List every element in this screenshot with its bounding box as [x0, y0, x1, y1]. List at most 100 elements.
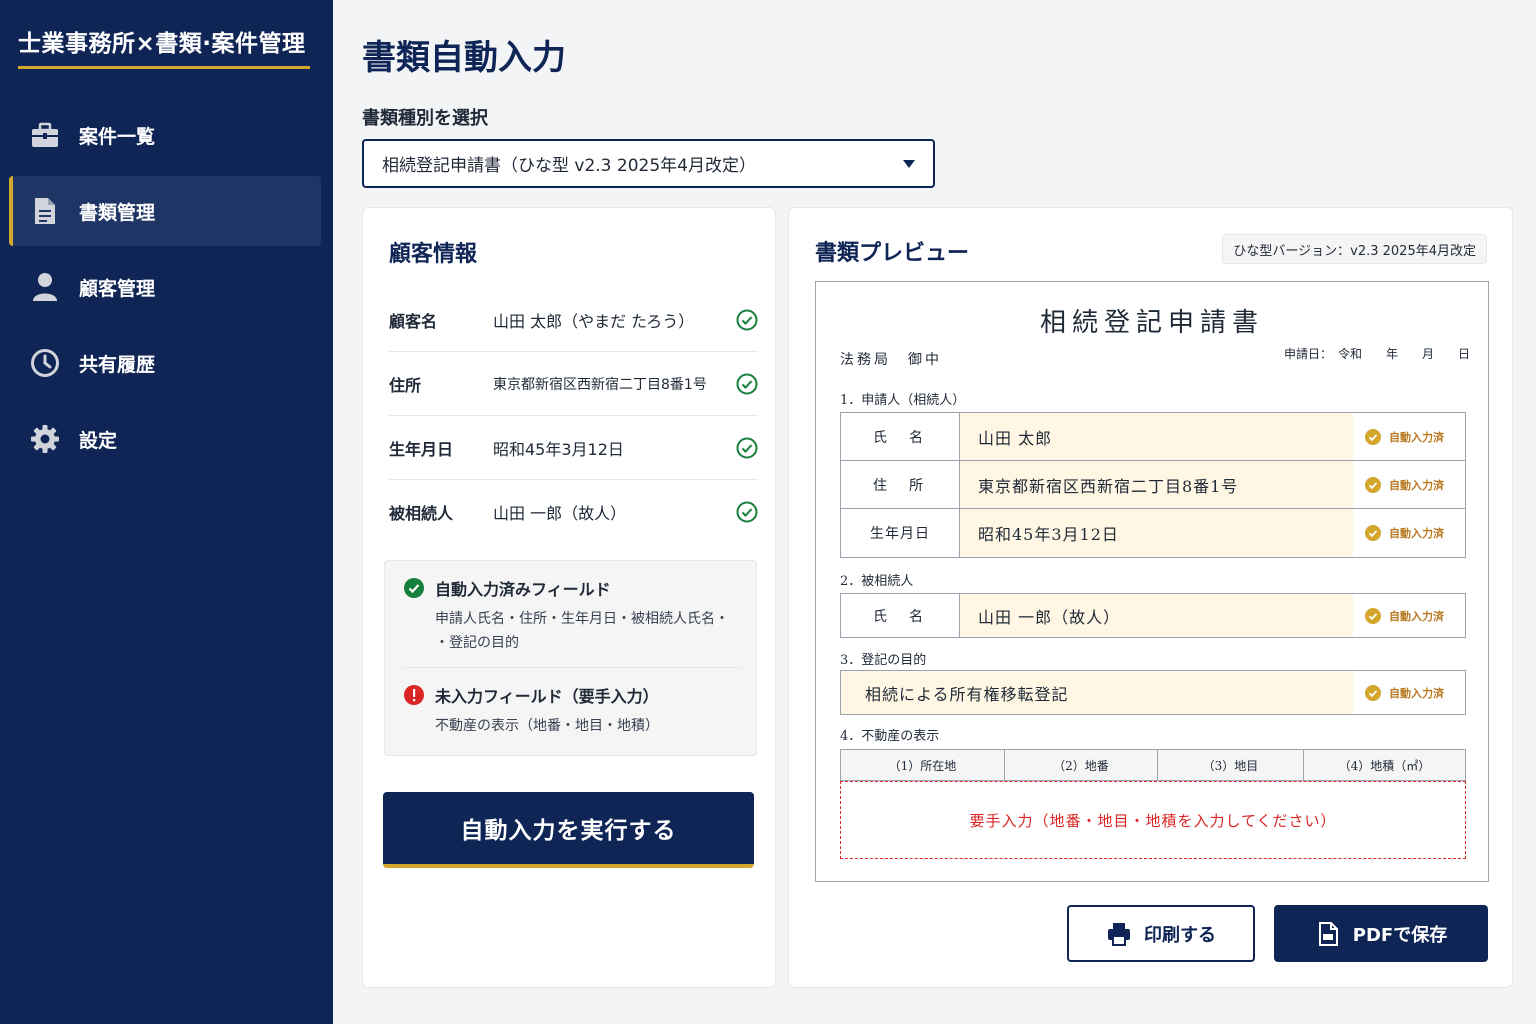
filled-fields-line: 申請人氏名・住所・生年月日・被相続人氏名・: [435, 611, 729, 627]
check-badge-icon: [1365, 684, 1381, 701]
divider: [403, 667, 742, 668]
doc-title: 相続登記申請書: [1039, 308, 1264, 338]
sidebar-item-label: 共有履歴: [79, 353, 156, 376]
doc-date: 申請日： 令和 年 月 日: [1283, 347, 1470, 361]
row-key: 生年月日: [389, 439, 454, 459]
doc-property-header: （1）所在地 （2）地番 （3）地目 （4）地積（㎡）: [840, 749, 1466, 781]
doc-row-value: 相続による所有権移転登記: [841, 671, 1353, 714]
sidebar-item-label: 顧客管理: [79, 277, 156, 300]
doc-row-value: 昭和45年3月12日: [960, 509, 1353, 557]
check-badge-icon: [1365, 476, 1381, 493]
doc-row-status-label: 自動入力済: [1389, 609, 1444, 623]
customer-row-name: 顧客名 山田 太郎（やまだ たろう）: [389, 288, 758, 352]
doc-row-value: 山田 太郎: [960, 413, 1353, 460]
doc-row-status-label: 自動入力済: [1389, 430, 1444, 444]
doc-row-key: 住 所: [841, 461, 960, 508]
doc-property-col: （2）地番: [1005, 750, 1158, 780]
doc-property-col: （4）地積（㎡）: [1338, 758, 1431, 773]
check-circle-icon: [736, 373, 758, 394]
doc-row-status: 自動入力済: [1353, 413, 1465, 460]
sidebar-item-settings[interactable]: 設定: [9, 404, 321, 474]
sidebar-item-history[interactable]: 共有履歴: [9, 328, 321, 398]
doc-row-status-label: 自動入力済: [1389, 686, 1444, 700]
sidebar-nav: 案件一覧 書類管理 顧客管理 共有履歴 設定: [9, 100, 321, 480]
doc-row-key: 氏 名: [841, 594, 960, 637]
sidebar-item-label: 案件一覧: [79, 125, 156, 148]
save-pdf-button-label: PDFで保存: [1352, 924, 1448, 946]
doc-property-col: （1）所在地: [841, 750, 1005, 780]
printer-icon: [1108, 922, 1130, 946]
clock-icon: [29, 347, 61, 379]
doc-row-key: 氏 名: [841, 413, 960, 460]
doc-decedent-table: 氏 名 山田 一郎（故人） 自動入力済: [840, 593, 1466, 638]
filled-fields-line: ・登記の目的: [435, 635, 519, 651]
row-value: 山田 一郎（故人）: [493, 504, 627, 523]
missing-fields-heading: 未入力フィールド（要手入力）: [403, 683, 659, 707]
doc-row: 住 所 東京都新宿区西新宿二丁目8番1号 自動入力済: [841, 461, 1465, 509]
sidebar: 士業事務所×書類·案件管理 案件一覧 書類管理 顧客管理 共有履歴 設定: [0, 0, 333, 1024]
row-value: 昭和45年3月12日: [493, 439, 624, 459]
preview-panel-title: 書類プレビュー: [815, 241, 970, 266]
sidebar-item-cases[interactable]: 案件一覧: [9, 100, 321, 170]
doc-property-empty-field[interactable]: 要手入力（地番・地目・地積を入力してください）: [840, 781, 1466, 859]
save-pdf-button[interactable]: PDFで保存: [1274, 905, 1488, 962]
doc-row-status-label: 自動入力済: [1389, 527, 1444, 540]
field-status-box: 自動入力済みフィールド 申請人氏名・住所・生年月日・被相続人氏名・ ・登記の目的…: [384, 560, 757, 756]
sidebar-item-customers[interactable]: 顧客管理: [9, 252, 321, 322]
customer-panel-title: 顧客情報: [389, 242, 478, 267]
doc-row-status: 自動入力済: [1353, 594, 1465, 637]
doc-row-status-label: 自動入力済: [1389, 478, 1444, 492]
row-key: 住所: [389, 375, 422, 395]
check-badge-icon: [1365, 428, 1381, 445]
row-value: 山田 太郎（やまだ たろう）: [493, 311, 695, 331]
briefcase-icon: [29, 119, 61, 151]
sidebar-item-label: 設定: [79, 429, 118, 452]
doc-section-label: 2．被相続人: [840, 574, 914, 589]
doc-row-value: 山田 一郎（故人）: [960, 594, 1353, 637]
doc-section-label: 3．登記の目的: [840, 653, 927, 668]
filled-fields-title: 自動入力済みフィールド: [435, 580, 611, 599]
print-button[interactable]: 印刷する: [1067, 905, 1255, 962]
version-badge: ひな型バージョン：v2.3 2025年4月改定: [1222, 234, 1487, 264]
check-filled-icon: [404, 578, 424, 598]
sidebar-item-label: 書類管理: [79, 201, 156, 224]
doc-section-label: 1．申請人（相続人）: [840, 393, 966, 408]
doc-row: 氏 名 山田 太郎 自動入力済: [841, 413, 1465, 461]
doc-office: 法務局 御中: [840, 352, 942, 368]
gear-icon: [29, 423, 61, 455]
row-key: 顧客名: [389, 311, 438, 331]
doc-row-status: 自動入力済: [1353, 671, 1465, 714]
doc-row-status: 自動入力済: [1353, 509, 1465, 557]
customer-panel: 顧客情報 顧客名 山田 太郎（やまだ たろう） 住所 東京都新宿区西新宿二丁目8…: [362, 207, 776, 988]
document-type-select[interactable]: 相続登記申請書（ひな型 v2.3 2025年4月改定）: [362, 139, 935, 188]
chevron-down-icon: [903, 159, 915, 168]
missing-fields-desc: 不動産の表示（地番・地目・地積）: [435, 718, 659, 734]
document-type-value: 相続登記申請書（ひな型 v2.3 2025年4月改定）: [382, 156, 756, 176]
print-button-label: 印刷する: [1144, 924, 1216, 946]
page-title: 書類自動入力: [362, 38, 566, 78]
document-icon: [29, 195, 61, 227]
row-key: 被相続人: [389, 504, 454, 523]
filled-fields-heading: 自動入力済みフィールド: [403, 576, 611, 600]
customer-row-decedent: 被相続人 山田 一郎（故人）: [389, 480, 758, 544]
row-value: 東京都新宿区西新宿二丁目8番1号: [493, 376, 707, 393]
doc-purpose-table: 相続による所有権移転登記 自動入力済: [840, 670, 1466, 715]
doc-row: 氏 名 山田 一郎（故人） 自動入力済: [841, 594, 1465, 637]
check-circle-icon: [736, 501, 758, 523]
customer-row-address: 住所 東京都新宿区西新宿二丁目8番1号: [389, 352, 758, 416]
document-preview: 相続登記申請書 法務局 御中 申請日： 令和 年 月 日 1．申請人（相続人） …: [815, 281, 1489, 882]
doc-row-status: 自動入力済: [1353, 461, 1465, 508]
run-autofill-button[interactable]: 自動入力を実行する: [383, 792, 754, 868]
check-badge-icon: [1365, 525, 1381, 541]
check-circle-icon: [736, 437, 758, 458]
check-badge-icon: [1365, 607, 1381, 624]
sidebar-item-documents[interactable]: 書類管理: [9, 176, 321, 246]
alert-icon: [404, 685, 424, 705]
missing-fields-title: 未入力フィールド（要手入力）: [435, 687, 659, 706]
doc-applicant-table: 氏 名 山田 太郎 自動入力済 住 所 東京都新宿区西新宿二丁目8番1号 自動入…: [840, 412, 1466, 558]
pdf-file-icon: [1318, 921, 1338, 946]
person-icon: [29, 271, 61, 303]
doc-row: 生年月日 昭和45年3月12日 自動入力済: [841, 509, 1465, 557]
doc-row-key: 生年月日: [841, 509, 960, 557]
customer-row-birthdate: 生年月日 昭和45年3月12日: [389, 416, 758, 480]
